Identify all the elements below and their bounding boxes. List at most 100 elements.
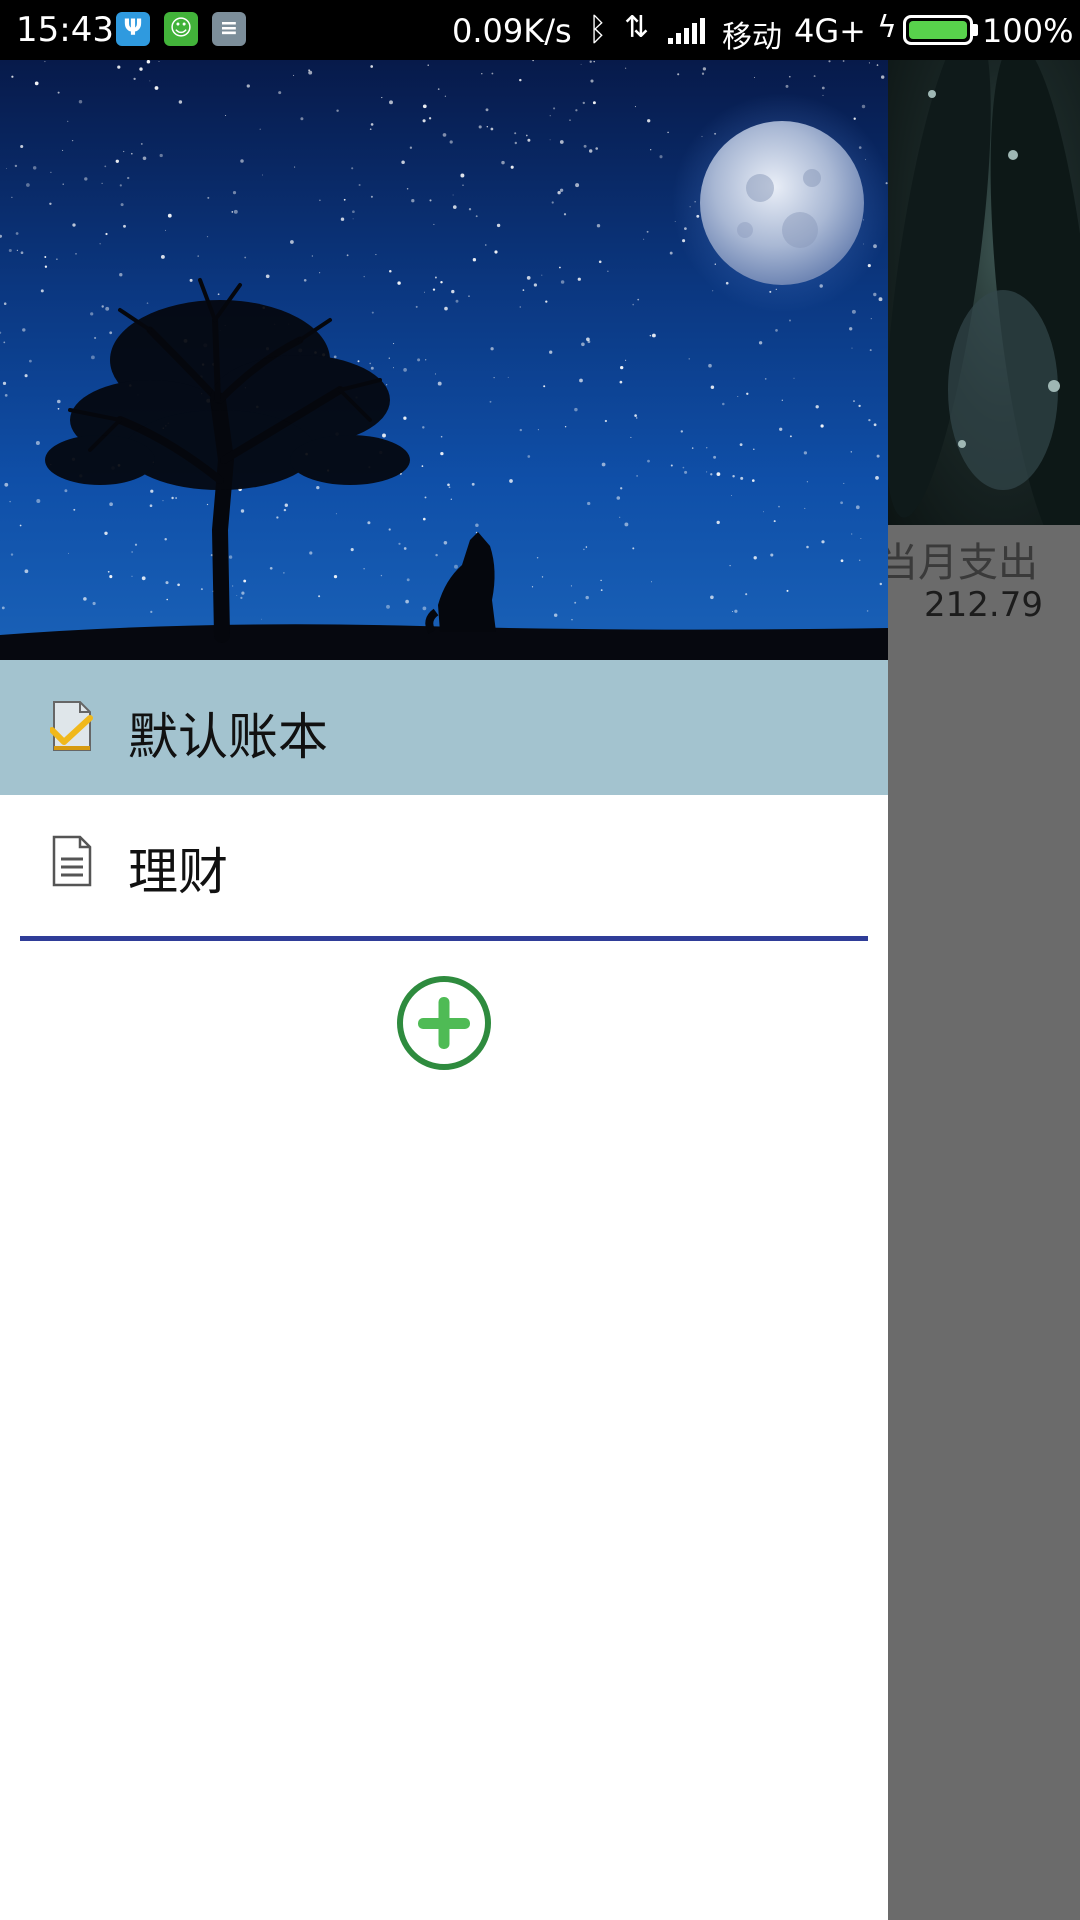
data-transfer-icon: ⇅	[624, 10, 650, 45]
star	[762, 511, 765, 513]
star	[178, 100, 183, 104]
star	[442, 133, 447, 137]
star	[159, 153, 163, 158]
star	[336, 109, 339, 112]
star	[319, 199, 321, 202]
star	[842, 60, 845, 62]
star	[650, 149, 652, 151]
star	[259, 128, 261, 130]
star	[454, 564, 458, 569]
star	[389, 100, 393, 105]
star	[40, 289, 44, 293]
usb-icon: Ψ	[116, 12, 150, 46]
drawer-divider	[20, 936, 868, 941]
star	[475, 523, 479, 527]
star	[398, 542, 401, 545]
star	[646, 230, 649, 233]
star	[600, 579, 602, 582]
star	[240, 509, 245, 513]
star	[849, 327, 853, 331]
star	[450, 498, 452, 500]
star	[448, 486, 451, 489]
star	[635, 417, 638, 419]
star	[57, 407, 60, 410]
star	[722, 402, 725, 406]
star	[225, 115, 227, 116]
book-item-finance[interactable]: 理财	[0, 795, 888, 930]
star	[526, 276, 531, 280]
star	[231, 211, 234, 213]
star	[731, 610, 733, 612]
star	[109, 502, 113, 507]
star	[820, 424, 824, 428]
star	[236, 595, 238, 597]
star	[165, 581, 169, 585]
month-expense-label: 当月支出	[878, 540, 1038, 586]
battery-icon	[903, 15, 973, 45]
star	[134, 543, 138, 546]
bluetooth-icon: ᛒ	[588, 10, 608, 48]
star	[468, 295, 470, 297]
star	[485, 108, 489, 112]
star	[67, 552, 70, 554]
star	[4, 394, 8, 397]
star	[104, 165, 107, 168]
star	[167, 213, 172, 218]
star	[290, 240, 294, 244]
star	[303, 278, 307, 282]
star	[708, 363, 712, 368]
star	[370, 366, 374, 370]
star	[293, 74, 295, 76]
star	[574, 601, 577, 604]
star	[160, 254, 165, 259]
star	[691, 447, 694, 449]
star	[175, 497, 177, 499]
star	[444, 306, 448, 311]
star	[773, 520, 776, 523]
star	[309, 551, 313, 555]
star	[489, 400, 492, 403]
star	[651, 333, 656, 338]
star	[878, 297, 883, 302]
star	[619, 516, 621, 518]
star	[36, 499, 41, 503]
star	[351, 167, 354, 170]
star	[162, 500, 164, 502]
star	[415, 305, 418, 308]
star	[352, 210, 355, 214]
star	[123, 224, 126, 228]
star	[120, 203, 124, 207]
star	[779, 427, 783, 431]
star	[3, 341, 6, 344]
star	[713, 455, 717, 459]
star	[490, 347, 494, 351]
star	[667, 131, 669, 134]
star	[425, 359, 427, 361]
star	[403, 368, 407, 372]
star	[119, 273, 123, 277]
book-item-default[interactable]: 默认账本	[0, 660, 888, 795]
star	[333, 574, 338, 579]
star	[363, 275, 365, 278]
star	[822, 94, 824, 96]
book-item-label: 理财	[128, 843, 228, 901]
star	[206, 503, 209, 506]
star	[868, 418, 871, 422]
star	[519, 78, 522, 82]
star	[389, 269, 392, 273]
star	[107, 570, 110, 573]
star	[130, 152, 133, 155]
add-circle-icon[interactable]	[395, 974, 493, 1072]
star	[509, 479, 513, 483]
star	[240, 596, 243, 600]
star	[261, 618, 262, 620]
star	[647, 459, 650, 463]
star	[78, 100, 83, 104]
main-banner-image	[888, 60, 1080, 525]
main-screen-dimmed[interactable]: 当月支出 212.79	[878, 60, 1080, 1920]
star	[624, 67, 627, 69]
star	[369, 362, 372, 365]
star	[669, 251, 673, 255]
star	[462, 184, 464, 186]
star	[335, 513, 337, 515]
